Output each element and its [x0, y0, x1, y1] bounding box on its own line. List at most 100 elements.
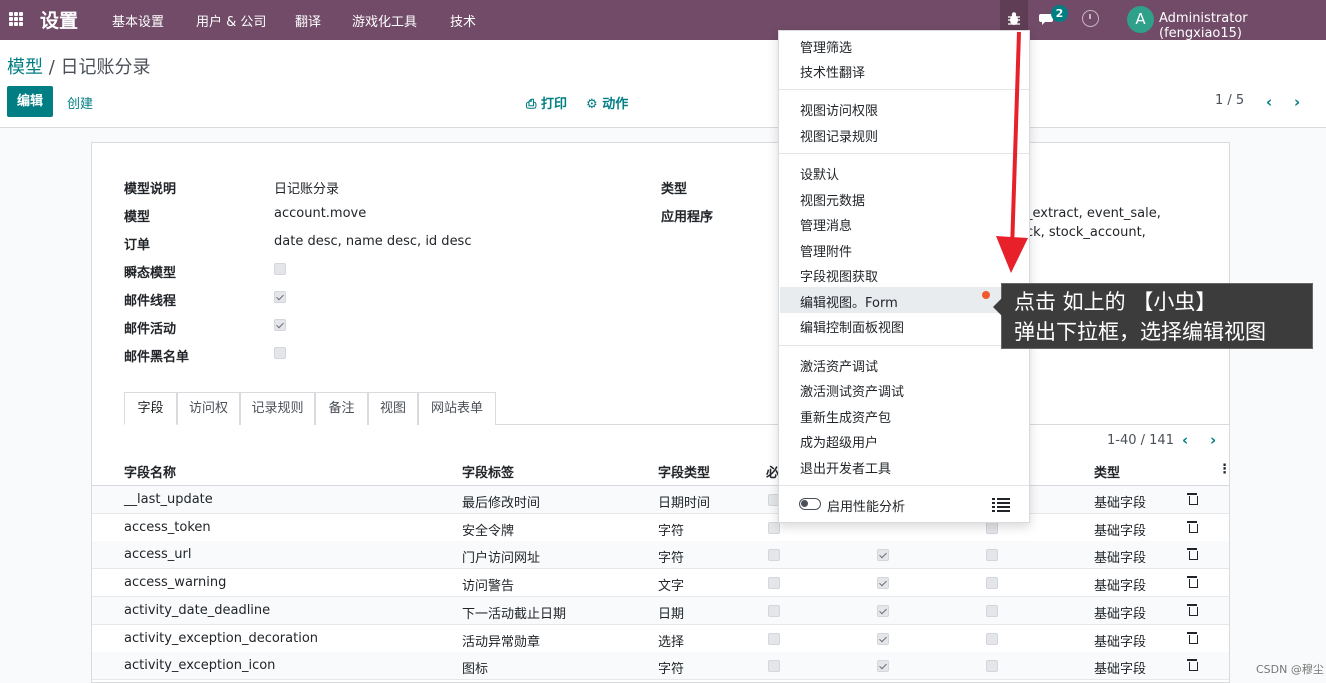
cell-field-name: __last_update	[124, 492, 213, 507]
tab-views[interactable]: 视图	[368, 392, 418, 425]
tab-fields[interactable]: 字段	[124, 392, 177, 425]
cell-field-name: access_warning	[124, 575, 227, 591]
menu-basic-settings[interactable]: 基本设置	[112, 11, 164, 30]
dd-activate-assets-debug[interactable]: 激活资产调试	[800, 356, 878, 375]
menu-gamification[interactable]: 游戏化工具	[352, 11, 417, 30]
dd-edit-control-panel-view[interactable]: 编辑控制面板视图	[800, 317, 904, 336]
print-label: 打印	[540, 97, 567, 112]
dd-view-record-rules[interactable]: 视图记录规则	[800, 126, 878, 145]
fields-pager-prev-button[interactable]: ‹	[1182, 431, 1188, 449]
column-options-icon[interactable]: ⋮	[1218, 462, 1231, 477]
table-row[interactable]: activity_exception_icon 图标 字符 基础字段	[92, 652, 1229, 681]
checkbox-mail-activity	[274, 319, 286, 331]
trash-icon[interactable]	[1187, 659, 1198, 672]
dd-manage-attachments[interactable]: 管理附件	[800, 241, 852, 260]
trash-icon[interactable]	[1187, 520, 1198, 533]
annotation-arrow	[996, 31, 1028, 273]
tab-notes[interactable]: 备注	[315, 392, 368, 425]
trash-icon[interactable]	[1187, 548, 1198, 561]
cell-field-label: 图标	[462, 662, 489, 678]
tab-website-forms[interactable]: 网站表单	[418, 392, 496, 425]
trash-icon[interactable]	[1187, 493, 1198, 505]
cell-indexed-checkbox	[986, 521, 998, 534]
dd-become-superuser[interactable]: 成为超级用户	[800, 432, 878, 451]
table-row[interactable]: access_token 安全令牌 字符 基础字段	[92, 514, 1229, 542]
table-row[interactable]: access_url 门户访问网址 字符 基础字段	[92, 541, 1229, 570]
field-label-mail-blacklist: 邮件黑名单	[124, 350, 190, 365]
tab-access-rights[interactable]: 访问权	[177, 392, 240, 425]
cell-kind: 基础字段	[1094, 551, 1147, 567]
column-header-field-name[interactable]: 字段名称	[124, 462, 176, 481]
create-button[interactable]: 创建	[67, 93, 93, 112]
menu-technical[interactable]: 技术	[450, 11, 476, 30]
dd-enable-profiling[interactable]: 启用性能分析	[827, 496, 905, 515]
column-header-kind[interactable]: 类型	[1094, 462, 1120, 481]
column-header-field-label[interactable]: 字段标签	[462, 462, 514, 481]
edit-button[interactable]: 编辑	[7, 86, 53, 117]
cell-kind: 基础字段	[1094, 634, 1147, 650]
cell-field-name: activity_date_deadline	[124, 602, 271, 618]
cell-stored-checkbox	[877, 604, 889, 617]
cell-indexed-checkbox	[986, 660, 998, 673]
watermark: CSDN @穆尘	[1256, 663, 1324, 676]
app-title[interactable]: 设置	[40, 6, 78, 33]
table-row[interactable]: __last_update 最后修改时间 日期时间 基础字段	[92, 486, 1229, 514]
table-row[interactable]: activity_date_deadline 下一活动截止日期 日期 基础字段	[92, 596, 1229, 625]
table-row[interactable]: activity_exception_decoration 活动异常勋章 选择 基础字…	[92, 625, 1229, 653]
cell-required-checkbox	[768, 660, 780, 673]
record-pager: 1 / 5	[1215, 93, 1245, 108]
action-button[interactable]: ⚙ 动作	[586, 93, 628, 112]
dd-manage-filters[interactable]: 管理筛选	[800, 37, 852, 56]
chat-badge: 2	[1051, 5, 1068, 22]
cell-field-name: access_token	[124, 519, 211, 535]
menu-users-companies[interactable]: 用户 & 公司	[196, 11, 266, 30]
pager-prev-button[interactable]: ‹	[1266, 93, 1272, 111]
dd-fields-view-get[interactable]: 字段视图获取	[800, 266, 878, 285]
dd-regenerate-assets[interactable]: 重新生成资产包	[800, 407, 891, 426]
breadcrumb-models-link[interactable]: 模型	[7, 57, 43, 78]
user-name[interactable]: Administrator (fengxiao15)	[1159, 11, 1326, 41]
field-label-order: 订单	[124, 238, 151, 253]
dd-edit-view-form[interactable]: 编辑视图。Form	[800, 292, 898, 311]
cell-stored-checkbox	[877, 577, 889, 590]
cell-field-label: 最后修改时间	[462, 496, 541, 511]
cell-kind: 基础字段	[1094, 496, 1147, 511]
breadcrumb-separator: /	[48, 57, 55, 78]
list-icon[interactable]	[992, 498, 1010, 512]
trash-icon[interactable]	[1187, 631, 1198, 644]
dd-technical-translation[interactable]: 技术性翻译	[800, 62, 865, 81]
cell-field-type: 字符	[658, 662, 685, 678]
print-button[interactable]: ⎙ 打印	[526, 93, 567, 112]
callout-line-2: 弹出下拉框，选择编辑视图	[1014, 320, 1266, 344]
apps-grid-icon[interactable]	[9, 12, 23, 26]
dd-leave-developer-tools[interactable]: 退出开发者工具	[800, 458, 891, 477]
dd-set-defaults[interactable]: 设默认	[800, 164, 839, 183]
cell-field-type: 日期	[658, 606, 685, 622]
pager-next-button[interactable]: ›	[1294, 93, 1300, 111]
cell-field-type: 选择	[658, 634, 685, 650]
cell-indexed-checkbox	[986, 632, 998, 645]
field-label-model: 模型	[124, 210, 151, 225]
cell-field-label: 访问警告	[462, 579, 515, 595]
trash-icon[interactable]	[1187, 603, 1198, 616]
dd-activate-test-assets-debug[interactable]: 激活测试资产调试	[800, 381, 904, 400]
control-panel: 模型 / 日记账分录 编辑 创建 ⎙ 打印 ⚙ 动作 1 / 5 ‹ ›	[0, 40, 1326, 128]
cell-field-label: 下一活动截止日期	[462, 606, 567, 622]
table-row[interactable]: access_warning 访问警告 文字 基础字段	[92, 569, 1229, 598]
trash-icon[interactable]	[1187, 576, 1198, 589]
checkbox-mail-blacklist	[274, 347, 286, 359]
dd-view-metadata[interactable]: 视图元数据	[800, 190, 865, 209]
dd-view-access-rights[interactable]: 视图访问权限	[800, 100, 878, 119]
cell-indexed-checkbox	[986, 549, 998, 562]
avatar[interactable]: A	[1127, 6, 1154, 33]
tab-record-rules[interactable]: 记录规则	[240, 392, 315, 425]
column-header-field-type[interactable]: 字段类型	[658, 462, 710, 481]
menu-translations[interactable]: 翻译	[295, 11, 321, 30]
cell-field-type: 日期时间	[658, 496, 711, 511]
profiling-toggle[interactable]	[799, 498, 821, 510]
fields-pager-next-button[interactable]: ›	[1210, 431, 1216, 449]
cell-stored-checkbox	[877, 549, 889, 562]
field-label-transient: 瞬态模型	[124, 266, 177, 281]
clock-icon[interactable]	[1082, 10, 1099, 27]
dd-manage-messages[interactable]: 管理消息	[800, 215, 852, 234]
